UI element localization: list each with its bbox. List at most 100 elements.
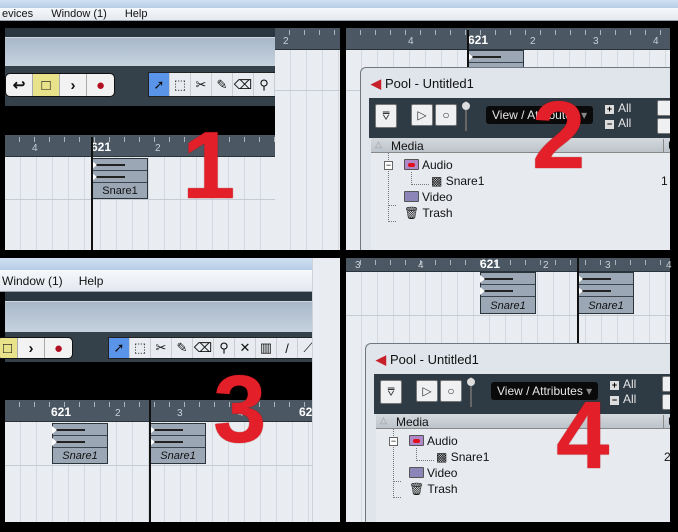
range-tool-icon[interactable]: ⬚	[130, 338, 151, 358]
ruler-label: 2	[530, 36, 536, 47]
filter-button[interactable]: ⩢	[380, 380, 402, 404]
ruler-label-cursor: 621	[91, 140, 112, 154]
project-cursor[interactable]	[467, 30, 469, 70]
ruler-label: 4	[32, 143, 38, 154]
draw-tool-icon[interactable]: /	[277, 338, 298, 358]
audio-clip-icon: ▩	[431, 174, 443, 188]
collapse-all-button[interactable]: − All	[605, 116, 631, 130]
trash-icon: 🗑	[404, 206, 420, 220]
mute-tool-icon[interactable]: ✕	[235, 338, 256, 358]
erase-tool-icon[interactable]: ⌫	[233, 73, 254, 96]
tree-item-snare1[interactable]: ▩ Snare1	[436, 450, 489, 464]
project-cursor[interactable]	[577, 258, 579, 344]
project-infobar	[5, 302, 312, 332]
cubase-logo-icon: ◀	[376, 352, 386, 367]
ruler-label: 4	[666, 260, 672, 271]
event-label: Snare1	[62, 450, 98, 462]
ruler-label: 4	[653, 36, 659, 47]
erase-tool-icon[interactable]: ⌫	[193, 338, 214, 358]
tree-item-video[interactable]: Video	[409, 466, 457, 480]
glue-tool-icon[interactable]: ✎	[172, 338, 193, 358]
step-number: 2	[532, 82, 586, 189]
zoom-tool-icon[interactable]: ⚲	[214, 338, 235, 358]
tree-item-snare1[interactable]: ▩ Snare1	[431, 174, 484, 188]
record-button[interactable]: ●	[45, 338, 72, 358]
cycle-button[interactable]: ↩	[6, 74, 33, 96]
pool-button[interactable]	[662, 376, 670, 392]
timeline-ruler[interactable]: 4 621 2 3 4	[346, 28, 670, 50]
timeline-ruler[interactable]: 3 4 621 2 3 4	[346, 257, 672, 272]
trash-icon: 🗑	[409, 482, 425, 496]
sort-icon: △	[380, 415, 387, 425]
tree-item-audio[interactable]: Audio	[404, 158, 453, 172]
project-cursor[interactable]	[149, 400, 151, 522]
stop-button[interactable]: □	[33, 74, 60, 96]
pool-button[interactable]	[662, 394, 670, 410]
audio-event[interactable]: Snare1	[52, 423, 108, 464]
play-preview-button[interactable]: ▷	[416, 380, 438, 402]
ruler-label: 4	[408, 36, 414, 47]
pointer-tool-icon[interactable]: ➚	[109, 338, 130, 358]
volume-slider-handle[interactable]	[467, 378, 475, 386]
timeline-ruler-right[interactable]: 2	[275, 28, 340, 50]
play-preview-button[interactable]: ▷	[411, 104, 433, 126]
toolbar: ↩ □ › ● ➚ ⬚ ✂ ✎ ⌫ ⚲	[5, 66, 276, 106]
pool-button[interactable]	[657, 100, 670, 116]
comp-tool-icon[interactable]: ▥	[256, 338, 277, 358]
pool-title: ◀ Pool - Untitled1	[376, 352, 479, 367]
loop-preview-button[interactable]: ○	[440, 380, 462, 402]
event-grid-right[interactable]	[275, 50, 340, 250]
tree-item-video[interactable]: Video	[404, 190, 452, 204]
tree-item-audio[interactable]: Audio	[409, 434, 458, 448]
audio-folder-icon	[404, 159, 419, 170]
menu-bar: evices Window (1) Help	[0, 8, 678, 21]
play-button[interactable]: ›	[18, 338, 45, 358]
step-number: 1	[182, 112, 236, 219]
audio-event[interactable]: Snare1	[578, 272, 634, 314]
range-tool-icon[interactable]: ⬚	[170, 73, 191, 96]
project-cursor[interactable]	[91, 137, 93, 250]
menu-help[interactable]: Help	[125, 8, 148, 20]
ruler-label: 3	[355, 260, 361, 271]
sort-icon: △	[375, 139, 382, 149]
expand-all-button[interactable]: + All	[605, 101, 631, 115]
column-media[interactable]: Media	[391, 139, 424, 153]
side-panel	[312, 258, 340, 522]
pointer-tool-icon[interactable]: ➚	[149, 73, 170, 96]
filter-button[interactable]: ⩢	[375, 104, 397, 128]
zoom-tool-icon[interactable]: ⚲	[254, 73, 275, 96]
record-button[interactable]: ●	[87, 74, 114, 96]
expand-all-button[interactable]: + All	[610, 377, 636, 391]
collapse-audio-toggle[interactable]: −	[389, 437, 398, 446]
event-label: Snare1	[588, 300, 624, 312]
column-used[interactable]: U	[663, 415, 670, 429]
audio-event[interactable]: Snare1	[150, 423, 206, 464]
column-media[interactable]: Media	[396, 415, 429, 429]
stop-button[interactable]: □	[0, 338, 18, 358]
ruler-label: 62	[299, 405, 313, 419]
ruler-label-cursor: 621	[51, 405, 72, 419]
split-tool-icon[interactable]: ✂	[151, 338, 172, 358]
collapse-audio-toggle[interactable]: −	[384, 161, 393, 170]
menu-window[interactable]: Window (1)	[51, 8, 107, 20]
used-count: 2	[664, 450, 670, 464]
menu-devices[interactable]: evices	[2, 8, 33, 20]
loop-preview-button[interactable]: ○	[435, 104, 457, 126]
audio-clip-icon: ▩	[436, 450, 448, 464]
pool-button[interactable]	[657, 118, 670, 134]
ruler-label: 3	[177, 408, 183, 419]
tree-item-trash[interactable]: 🗑 Trash	[404, 206, 453, 220]
menu-window[interactable]: Window (1)	[2, 274, 63, 288]
ruler-label: 3	[605, 260, 611, 271]
tree-item-trash[interactable]: 🗑 Trash	[409, 482, 458, 496]
tool-group: ➚ ⬚ ✂ ✎ ⌫ ⚲	[148, 72, 276, 97]
play-button[interactable]: ›	[60, 74, 87, 96]
glue-tool-icon[interactable]: ✎	[212, 73, 233, 96]
collapse-all-button[interactable]: − All	[610, 392, 636, 406]
column-used[interactable]: U	[663, 139, 670, 153]
split-tool-icon[interactable]: ✂	[191, 73, 212, 96]
audio-event[interactable]: Snare1	[92, 158, 148, 199]
volume-slider-handle[interactable]	[462, 102, 470, 110]
menu-help[interactable]: Help	[79, 274, 104, 288]
audio-event[interactable]: Snare1	[480, 272, 536, 314]
